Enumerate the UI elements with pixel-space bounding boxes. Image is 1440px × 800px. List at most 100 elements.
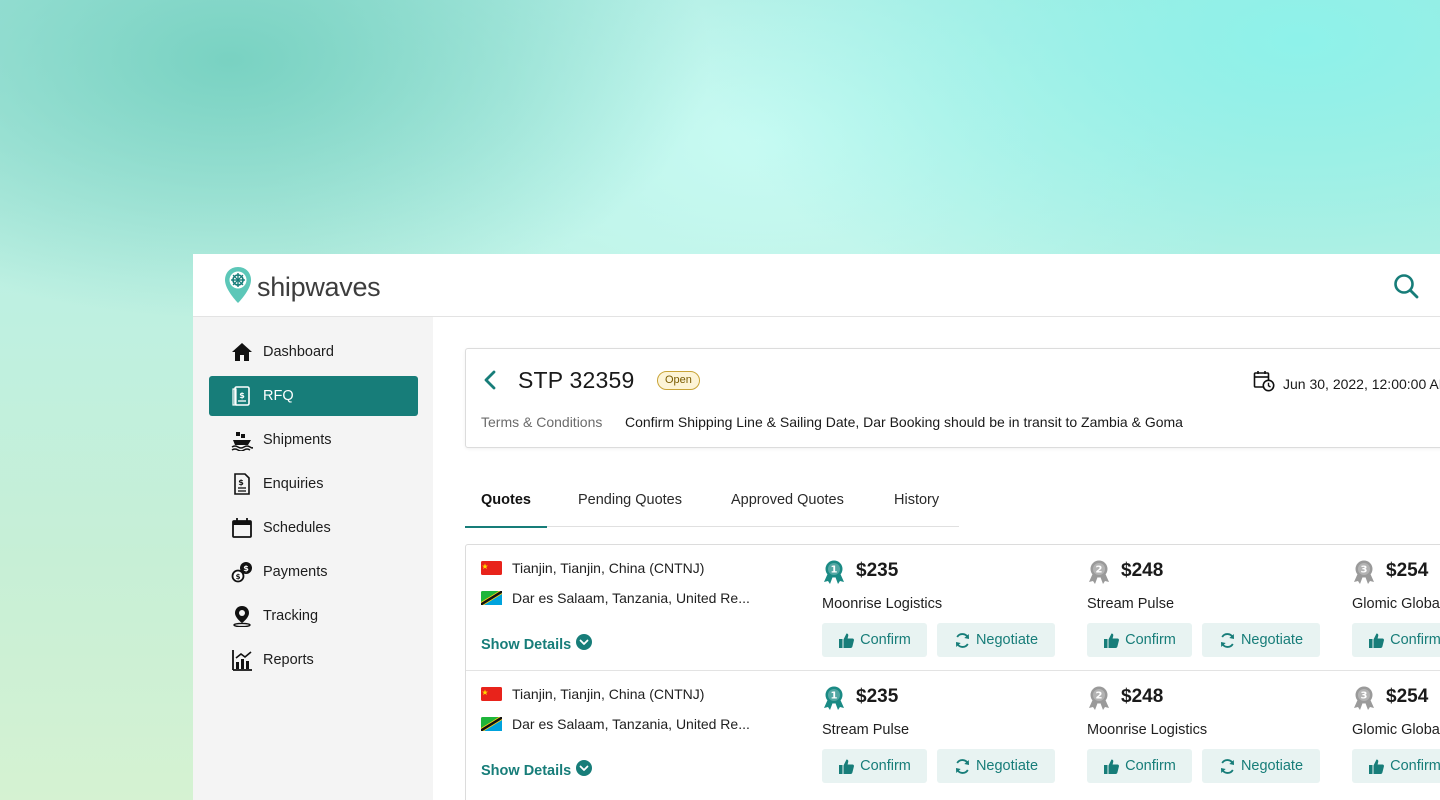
origin-text: Tianjin, Tianjin, China (CNTNJ) — [512, 686, 705, 702]
refresh-icon — [1219, 632, 1236, 649]
negotiate-button[interactable]: Negotiate — [1202, 623, 1320, 657]
carrier-name: Moonrise Logistics — [822, 596, 943, 612]
quote-card: 1 $235 Moonrise Logistics Confirm Negotiate — [822, 545, 1082, 670]
main-content: STP 32359 Open Jun 30, 2022, 12:00:00 AM… — [433, 317, 1440, 800]
thumbs-up-icon — [1103, 758, 1120, 775]
app-window: shipwaves Dashboard $ RFQ Shipments $ En… — [193, 254, 1440, 800]
sidebar-item-schedules[interactable]: Schedules — [209, 508, 418, 548]
svg-text:$: $ — [243, 564, 249, 573]
rank-medal-icon: 2 — [1087, 559, 1111, 585]
tab-approved-quotes[interactable]: Approved Quotes — [731, 487, 844, 527]
terms-label: Terms & Conditions — [481, 414, 603, 430]
sidebar-item-label: Dashboard — [263, 344, 334, 360]
carrier-name: Glomic Global — [1352, 596, 1440, 612]
rank-medal-icon: 1 — [822, 559, 846, 585]
show-details-button[interactable]: Show Details — [481, 634, 593, 655]
sidebar-item-label: RFQ — [263, 388, 294, 404]
tanzania-flag-icon — [481, 591, 502, 605]
china-flag-icon — [481, 687, 502, 701]
negotiate-button[interactable]: Negotiate — [937, 749, 1055, 783]
tanzania-flag-icon — [481, 717, 502, 731]
chevron-down-circle-icon — [576, 760, 593, 781]
enquiry-document-icon: $ — [231, 473, 253, 495]
confirm-label: Confirm — [1125, 758, 1176, 774]
confirm-label: Confirm — [1390, 632, 1440, 648]
search-icon[interactable] — [1391, 271, 1421, 301]
svg-text:$: $ — [236, 573, 241, 581]
confirm-button[interactable]: Confirm — [1087, 623, 1192, 657]
quote-price: $248 — [1121, 560, 1164, 581]
quote-tabs: Quotes Pending Quotes Approved Quotes Hi… — [465, 487, 959, 528]
show-details-label: Show Details — [481, 636, 572, 653]
refresh-icon — [1219, 758, 1236, 775]
rank-number: 1 — [831, 691, 838, 702]
sidebar-item-label: Schedules — [263, 520, 331, 536]
quotes-list: Tianjin, Tianjin, China (CNTNJ) Dar es Sa… — [465, 544, 1440, 800]
rank-number: 2 — [1096, 565, 1103, 576]
destination-text: Dar es Salaam, Tanzania, United Re... — [512, 590, 750, 606]
china-flag-icon — [481, 561, 502, 575]
thumbs-up-icon — [838, 758, 855, 775]
page-title: STP 32359 — [518, 367, 635, 393]
home-icon — [231, 341, 253, 363]
confirm-button[interactable]: Confirm — [822, 749, 927, 783]
sidebar-item-reports[interactable]: Reports — [209, 640, 418, 680]
refresh-icon — [954, 632, 971, 649]
negotiate-button[interactable]: Negotiate — [1202, 749, 1320, 783]
negotiate-label: Negotiate — [975, 758, 1039, 774]
thumbs-up-icon — [1368, 632, 1385, 649]
rank-number: 1 — [831, 565, 838, 576]
quote-price: $235 — [856, 560, 899, 581]
thumbs-up-icon — [1103, 632, 1120, 649]
show-details-label: Show Details — [481, 762, 572, 779]
location-pin-icon — [231, 605, 253, 627]
sidebar-item-rfq[interactable]: $ RFQ — [209, 376, 418, 416]
negotiate-label: Negotiate — [1240, 632, 1304, 648]
tab-history[interactable]: History — [894, 487, 939, 527]
confirm-button[interactable]: Confirm — [1352, 623, 1440, 657]
ship-icon — [231, 429, 253, 451]
quote-card: 3$254Glomic GlobalConfirmNegotiate — [1352, 671, 1440, 796]
confirm-label: Confirm — [860, 758, 911, 774]
sidebar-item-enquiries[interactable]: $ Enquiries — [209, 464, 418, 504]
brand-logo[interactable]: shipwaves — [223, 265, 381, 310]
tab-quotes[interactable]: Quotes — [465, 487, 547, 528]
quote-card: 1 $235 Stream Pulse Confirm Negotiate — [822, 671, 1082, 796]
origin-port: Tianjin, Tianjin, China (CNTNJ) — [481, 560, 704, 576]
sidebar-item-payments[interactable]: $ $ Payments — [209, 552, 418, 592]
coins-icon: $ $ — [231, 561, 253, 583]
confirm-button[interactable]: Confirm — [1087, 749, 1192, 783]
status-badge: Open — [657, 371, 700, 390]
confirm-button[interactable]: Confirm — [822, 623, 927, 657]
sidebar-item-label: Reports — [263, 652, 314, 668]
thumbs-up-icon — [1368, 758, 1385, 775]
svg-text:$: $ — [239, 391, 245, 400]
destination-port: Dar es Salaam, Tanzania, United Re... — [481, 590, 750, 606]
origin-port: Tianjin, Tianjin, China (CNTNJ) — [481, 686, 704, 702]
back-arrow-icon[interactable] — [478, 367, 504, 393]
chevron-down-circle-icon — [576, 634, 593, 655]
confirm-button[interactable]: Confirm — [1352, 749, 1440, 783]
top-bar: shipwaves — [193, 254, 1440, 317]
quote-price: $235 — [856, 686, 899, 707]
rfq-date-text: Jun 30, 2022, 12:00:00 AM — [1283, 375, 1440, 392]
tab-pending-quotes[interactable]: Pending Quotes — [578, 487, 682, 527]
destination-text: Dar es Salaam, Tanzania, United Re... — [512, 716, 750, 732]
calendar-clock-icon — [1253, 370, 1275, 397]
negotiate-label: Negotiate — [1240, 758, 1304, 774]
rank-medal-icon: 3 — [1352, 559, 1376, 585]
show-details-button[interactable]: Show Details — [481, 760, 593, 781]
sidebar-item-tracking[interactable]: Tracking — [209, 596, 418, 636]
sidebar: Dashboard $ RFQ Shipments $ Enquiries Sc… — [193, 317, 433, 800]
quote-price: $248 — [1121, 686, 1164, 707]
negotiate-button[interactable]: Negotiate — [937, 623, 1055, 657]
quote-row: Tianjin, Tianjin, China (CNTNJ) Dar es Sa… — [466, 670, 1440, 795]
calendar-icon — [231, 517, 253, 539]
sidebar-item-dashboard[interactable]: Dashboard — [209, 332, 418, 372]
svg-text:$: $ — [238, 478, 244, 487]
sidebar-item-shipments[interactable]: Shipments — [209, 420, 418, 460]
sidebar-item-label: Payments — [263, 564, 328, 580]
origin-text: Tianjin, Tianjin, China (CNTNJ) — [512, 560, 705, 576]
sidebar-item-label: Tracking — [263, 608, 319, 624]
rank-medal-icon: 1 — [822, 685, 846, 711]
